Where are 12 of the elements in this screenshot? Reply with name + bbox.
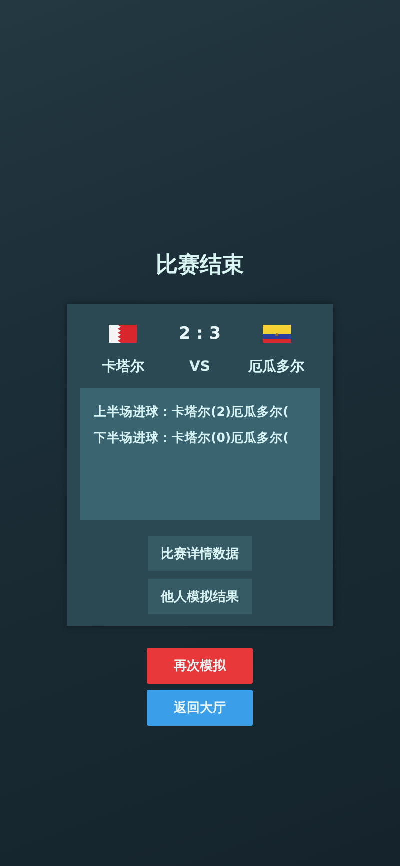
screen-title: 比赛结束 (156, 252, 244, 280)
menu-button[interactable]: 比赛详情数据 (148, 536, 252, 571)
menu-button[interactable]: 他人模拟结果 (148, 579, 252, 614)
score: 2 : 3 (178, 324, 222, 344)
vs-label: VS (190, 359, 210, 375)
flag-icon (262, 325, 291, 343)
team-name: 厄瓜多尔 (248, 358, 305, 376)
goal-log-line: 上半场进球：卡塔尔(2)厄瓜多尔( (94, 404, 290, 421)
replay-button[interactable]: 再次模拟 (147, 648, 253, 684)
team-name: 卡塔尔 (102, 358, 144, 376)
goal-log-line: 下半场进球：卡塔尔(0)厄瓜多尔( (94, 430, 290, 447)
flag-icon (109, 325, 138, 343)
